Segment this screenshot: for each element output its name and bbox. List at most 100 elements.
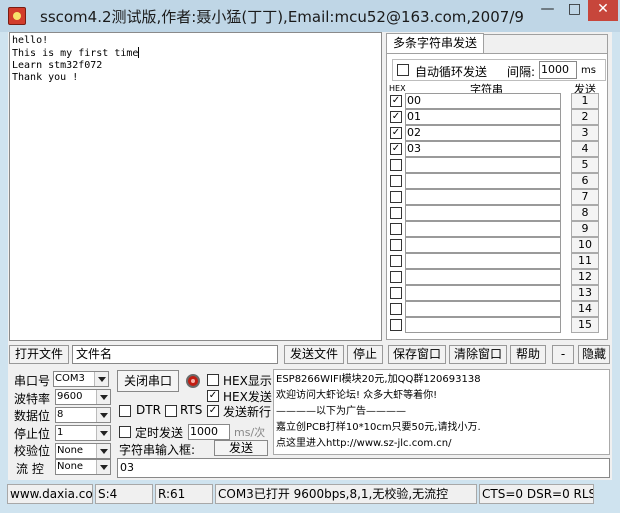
stop-bits-select[interactable]: 1 bbox=[55, 425, 111, 441]
send-newline-checkbox[interactable]: ✓ bbox=[207, 405, 219, 417]
row-send-button[interactable]: 5 bbox=[571, 157, 599, 173]
row-hex-checkbox[interactable] bbox=[390, 303, 402, 315]
title-bar: sscom4.2测试版,作者:聂小猛(丁丁),Email:mcu52@163.c… bbox=[0, 0, 620, 32]
row-string-input[interactable]: 03 bbox=[405, 141, 561, 157]
flow-control-select[interactable]: None bbox=[55, 459, 111, 475]
row-send-button[interactable]: 7 bbox=[571, 189, 599, 205]
row-string-input[interactable]: 02 bbox=[405, 125, 561, 141]
row-send-button[interactable]: 3 bbox=[571, 125, 599, 141]
row-send-button[interactable]: 4 bbox=[571, 141, 599, 157]
send-input[interactable]: 03 bbox=[117, 458, 610, 478]
row-hex-checkbox[interactable]: ✓ bbox=[390, 111, 402, 123]
clear-window-button[interactable]: 清除窗口 bbox=[449, 345, 507, 364]
row-string-input[interactable] bbox=[405, 221, 561, 237]
close-port-button[interactable]: 关闭串口 bbox=[117, 370, 179, 392]
hex-send-checkbox[interactable]: ✓ bbox=[207, 390, 219, 402]
receive-textarea[interactable]: hello! This is my first time Learn stm32… bbox=[9, 32, 382, 341]
row-string-input[interactable] bbox=[405, 317, 561, 333]
chevron-down-icon[interactable] bbox=[96, 408, 110, 422]
row-string-input[interactable] bbox=[405, 173, 561, 189]
tab-multi-send[interactable]: 多条字符串发送 bbox=[386, 33, 485, 53]
row-hex-checkbox[interactable]: ✓ bbox=[390, 127, 402, 139]
chevron-down-icon[interactable] bbox=[96, 390, 110, 404]
row-hex-checkbox[interactable] bbox=[390, 255, 402, 267]
close-button[interactable]: ✕ bbox=[588, 0, 618, 21]
stop-bits-label: 停止位 bbox=[14, 427, 51, 441]
ad-panel: ESP8266WIFI模块20元,加QQ群120693138 欢迎访问大虾论坛!… bbox=[273, 369, 610, 455]
collapse-button[interactable]: - bbox=[552, 345, 574, 364]
row-send-button[interactable]: 14 bbox=[571, 301, 599, 317]
row-hex-checkbox[interactable] bbox=[390, 191, 402, 203]
row-string-input[interactable] bbox=[405, 285, 561, 301]
row-string-input[interactable] bbox=[405, 237, 561, 253]
row-string-input[interactable] bbox=[405, 205, 561, 221]
flow-control-label: 流 控 bbox=[16, 462, 44, 476]
row-string-input[interactable] bbox=[405, 189, 561, 205]
row-send-button[interactable]: 6 bbox=[571, 173, 599, 189]
chevron-down-icon[interactable] bbox=[96, 426, 110, 440]
row-send-button[interactable]: 15 bbox=[571, 317, 599, 333]
receive-line: This is my first time bbox=[12, 47, 140, 59]
row-hex-checkbox[interactable] bbox=[390, 271, 402, 283]
auto-loop-checkbox[interactable] bbox=[397, 64, 409, 76]
row-hex-checkbox[interactable] bbox=[390, 175, 402, 187]
hide-button[interactable]: 隐藏 bbox=[578, 345, 610, 364]
row-send-button[interactable]: 11 bbox=[571, 253, 599, 269]
row-string-input[interactable]: 00 bbox=[405, 93, 561, 109]
help-button[interactable]: 帮助 bbox=[510, 345, 546, 364]
data-bits-select[interactable]: 8 bbox=[55, 407, 111, 423]
row-send-button[interactable]: 13 bbox=[571, 285, 599, 301]
dtr-checkbox[interactable] bbox=[119, 405, 131, 417]
row-string-input[interactable] bbox=[405, 157, 561, 173]
hex-display-checkbox[interactable] bbox=[207, 374, 219, 386]
row-send-button[interactable]: 2 bbox=[571, 109, 599, 125]
window-title: sscom4.2测试版,作者:聂小猛(丁丁),Email:mcu52@163.c… bbox=[40, 8, 524, 26]
data-bits-label: 数据位 bbox=[14, 409, 51, 423]
port-status-led-icon bbox=[186, 374, 200, 388]
row-send-button[interactable]: 12 bbox=[571, 269, 599, 285]
row-hex-checkbox[interactable] bbox=[390, 223, 402, 235]
send-file-button[interactable]: 发送文件 bbox=[284, 345, 344, 364]
ad-line[interactable]: 欢迎访问大虾论坛! 众多大虾等着你! bbox=[276, 388, 607, 404]
chevron-down-icon[interactable] bbox=[94, 372, 108, 386]
interval-input[interactable]: 1000 bbox=[539, 61, 577, 79]
timed-send-checkbox[interactable] bbox=[119, 426, 131, 438]
row-hex-checkbox[interactable] bbox=[390, 207, 402, 219]
minimize-button[interactable]: — bbox=[534, 0, 561, 21]
row-hex-checkbox[interactable] bbox=[390, 287, 402, 299]
row-string-input[interactable]: 01 bbox=[405, 109, 561, 125]
parity-select[interactable]: None bbox=[55, 443, 111, 459]
file-name-input[interactable]: 文件名 bbox=[72, 345, 278, 364]
chevron-down-icon[interactable] bbox=[96, 460, 110, 474]
row-hex-checkbox[interactable]: ✓ bbox=[390, 143, 402, 155]
row-string-input[interactable] bbox=[405, 269, 561, 285]
multi-send-row: ✓ 02 3 bbox=[389, 125, 606, 141]
row-hex-checkbox[interactable] bbox=[390, 239, 402, 251]
status-site[interactable]: www.daxia.com bbox=[7, 484, 93, 504]
port-select[interactable]: COM3 bbox=[53, 371, 109, 387]
multi-send-row: 7 bbox=[389, 189, 606, 205]
stop-button[interactable]: 停止 bbox=[347, 345, 383, 364]
row-hex-checkbox[interactable]: ✓ bbox=[390, 95, 402, 107]
timed-interval-input[interactable]: 1000 bbox=[188, 424, 230, 440]
row-send-button[interactable]: 8 bbox=[571, 205, 599, 221]
row-send-button[interactable]: 1 bbox=[571, 93, 599, 109]
dtr-label: DTR bbox=[136, 403, 161, 417]
parity-label: 校验位 bbox=[14, 444, 51, 458]
row-string-input[interactable] bbox=[405, 253, 561, 269]
ad-line[interactable]: 点这里进入http://www.sz-jlc.com.cn/ bbox=[276, 436, 607, 452]
row-send-button[interactable]: 10 bbox=[571, 237, 599, 253]
chevron-down-icon[interactable] bbox=[96, 444, 110, 458]
rts-checkbox[interactable] bbox=[165, 405, 177, 417]
multi-send-row: 8 bbox=[389, 205, 606, 221]
auto-loop-label: 自动循环发送 bbox=[415, 65, 488, 79]
open-file-button[interactable]: 打开文件 bbox=[9, 345, 69, 364]
baud-select[interactable]: 9600 bbox=[55, 389, 111, 405]
maximize-button[interactable]: □ bbox=[561, 0, 588, 21]
send-button[interactable]: 发送 bbox=[214, 440, 268, 456]
save-window-button[interactable]: 保存窗口 bbox=[388, 345, 446, 364]
row-send-button[interactable]: 9 bbox=[571, 221, 599, 237]
row-string-input[interactable] bbox=[405, 301, 561, 317]
row-hex-checkbox[interactable] bbox=[390, 319, 402, 331]
row-hex-checkbox[interactable] bbox=[390, 159, 402, 171]
